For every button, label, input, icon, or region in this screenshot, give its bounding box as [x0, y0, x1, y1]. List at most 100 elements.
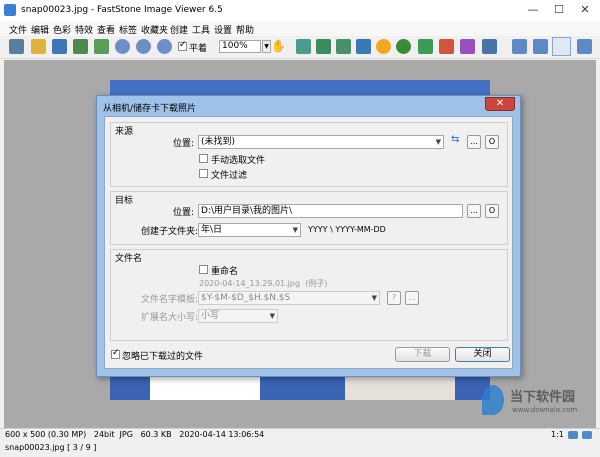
fullscreen-icon[interactable]	[577, 39, 592, 54]
rotate-right-icon[interactable]	[439, 39, 454, 54]
fullscreen-status-icon[interactable]	[582, 431, 592, 439]
thumbnail-view-icon[interactable]	[552, 37, 571, 56]
adjust-icon[interactable]	[356, 39, 371, 54]
manual-select-label: 手动选取文件	[211, 156, 266, 166]
menu-color[interactable]: 色彩	[53, 23, 71, 36]
target-browse-button[interactable]: ...	[467, 204, 481, 218]
maximize-button[interactable]: ☐	[546, 0, 572, 20]
source-settings-button[interactable]: O	[485, 135, 499, 149]
zoom-select[interactable]: 100%	[219, 40, 261, 53]
file-filter-checkbox[interactable]	[199, 169, 208, 178]
flat-checkbox[interactable]: ✓	[178, 40, 187, 51]
menu-help[interactable]: 帮助	[236, 23, 254, 36]
email-icon[interactable]	[482, 39, 497, 54]
template-browse-button[interactable]: ...	[405, 291, 419, 305]
target-location-value: D:\用户目录\我的图片\	[201, 206, 293, 216]
target-location-input[interactable]: D:\用户目录\我的图片\	[198, 204, 463, 218]
ext-case-label: 扩展名大小写:	[141, 313, 199, 323]
refresh-icon[interactable]: ⇆	[451, 134, 459, 145]
watermark-url: www.downxia.com	[512, 406, 578, 414]
open-folder-icon[interactable]	[31, 39, 46, 54]
hand-tool-icon[interactable]: ✋	[271, 40, 286, 52]
close-window-button[interactable]: ✕	[572, 0, 598, 20]
download-dialog: 从相机/储存卡下载照片 ✕ 来源 位置: (未找到) ▼ ⇆ ... O 手动选…	[96, 95, 521, 377]
source-group: 来源 位置: (未找到) ▼ ⇆ ... O 手动选取文件 文件过滤	[110, 122, 508, 187]
dialog-close-button[interactable]: ✕	[485, 97, 515, 111]
subfolder-select[interactable]: 年\日 ▼	[198, 223, 301, 237]
ignore-downloaded-checkbox[interactable]: ✓	[111, 348, 120, 359]
resize-icon[interactable]	[316, 39, 331, 54]
ext-case-select[interactable]: 小写 ▼	[198, 309, 278, 323]
source-location-value: (未找到)	[201, 137, 236, 147]
source-header: 来源	[115, 127, 134, 137]
zoom-out-icon[interactable]	[136, 39, 151, 54]
fit-icon[interactable]	[157, 39, 172, 54]
app-icon	[4, 4, 16, 16]
minimize-button[interactable]: —	[520, 0, 546, 20]
chevron-down-icon: ▼	[269, 312, 275, 320]
canvas-icon[interactable]	[336, 39, 351, 54]
menu-settings[interactable]: 设置	[214, 23, 232, 36]
file-status-bar: snap00023.jpg [ 3 / 9 ]	[0, 440, 600, 457]
rename-checkbox[interactable]	[199, 265, 208, 274]
image-icon[interactable]	[73, 39, 88, 54]
dialog-body: 来源 位置: (未找到) ▼ ⇆ ... O 手动选取文件 文件过滤 目标 位置…	[104, 116, 513, 369]
dialog-title: 从相机/储存卡下载照片	[103, 104, 197, 114]
effects-icon[interactable]	[376, 39, 391, 54]
image-edit-icon[interactable]	[94, 39, 109, 54]
target-settings-button[interactable]: O	[485, 204, 499, 218]
file-filter-label: 文件过滤	[211, 171, 248, 181]
crop-icon[interactable]	[296, 39, 311, 54]
file-position: snap00023.jpg [ 3 / 9 ]	[5, 443, 97, 452]
menu-file[interactable]: 文件	[9, 23, 27, 36]
source-browse-button[interactable]: ...	[467, 135, 481, 149]
menu-view[interactable]: 查看	[97, 23, 115, 36]
menu-favorites[interactable]: 收藏夹	[141, 23, 168, 36]
watermark-title: 当下软件园	[510, 390, 576, 405]
template-input[interactable]: $Y-$M-$D_$H.$N.$S ▼	[198, 291, 380, 305]
template-value: $Y-$M-$D_$H.$N.$S	[201, 293, 291, 303]
filename-group: 文件名 重命名 2020-04-14_13.29.01.jpg (例子) 文件名…	[110, 249, 508, 341]
chevron-down-icon: ▼	[292, 226, 298, 234]
zoom-in-icon[interactable]	[115, 39, 130, 54]
acquire-icon[interactable]	[9, 39, 24, 54]
chevron-down-icon: ▼	[371, 294, 377, 302]
compare-icon[interactable]	[533, 39, 548, 54]
monitor-icon[interactable]	[568, 431, 578, 439]
slideshow-icon[interactable]	[512, 39, 527, 54]
menu-tags[interactable]: 标签	[119, 23, 137, 36]
source-location-label: 位置:	[173, 139, 195, 149]
target-group: 目标 位置: D:\用户目录\我的图片\ ... O 创建子文件夹: 年\日 ▼…	[110, 191, 508, 245]
close-button[interactable]: 关闭	[455, 347, 510, 362]
ignore-downloaded-label: 忽略已下载过的文件	[122, 352, 204, 362]
title-bar: snap00023.jpg - FastStone Image Viewer 6…	[0, 0, 600, 22]
menu-bar: 文件 编辑 色彩 特效 查看 标签 收藏夹 创建 工具 设置 帮助	[0, 21, 600, 36]
subfolder-label: 创建子文件夹:	[141, 227, 199, 237]
watermark-logo	[482, 385, 504, 415]
subfolder-hint: YYYY \ YYYY-MM-DD	[308, 225, 386, 234]
flat-checkbox-label: 平着	[189, 44, 208, 54]
source-location-select[interactable]: (未找到) ▼	[198, 135, 444, 149]
toolbar: ✓ 平着 100% ▼ ✋	[0, 36, 600, 59]
zoom-dropdown-icon[interactable]: ▼	[262, 40, 271, 53]
zoom-value: 100%	[222, 41, 248, 51]
target-header: 目标	[115, 196, 134, 206]
person-icon[interactable]	[396, 39, 411, 54]
target-location-label: 位置:	[173, 208, 195, 218]
filename-header: 文件名	[115, 254, 143, 264]
print-icon[interactable]	[460, 39, 475, 54]
menu-effects[interactable]: 特效	[75, 23, 93, 36]
download-button[interactable]: 下载	[395, 347, 450, 362]
subfolder-value: 年\日	[201, 225, 223, 235]
rename-example: 2020-04-14_13.29.01.jpg (例子)	[199, 279, 328, 288]
save-icon[interactable]	[52, 39, 67, 54]
template-label: 文件名字模板:	[141, 295, 199, 305]
zoom-ratio: 1:1	[551, 430, 564, 439]
rotate-left-icon[interactable]	[418, 39, 433, 54]
menu-edit[interactable]: 编辑	[31, 23, 49, 36]
menu-tools[interactable]: 工具	[192, 23, 210, 36]
menu-create[interactable]: 创建	[170, 23, 188, 36]
template-help-button[interactable]: ?	[387, 291, 401, 305]
rename-label: 重命名	[211, 267, 239, 277]
manual-select-checkbox[interactable]	[199, 154, 208, 163]
